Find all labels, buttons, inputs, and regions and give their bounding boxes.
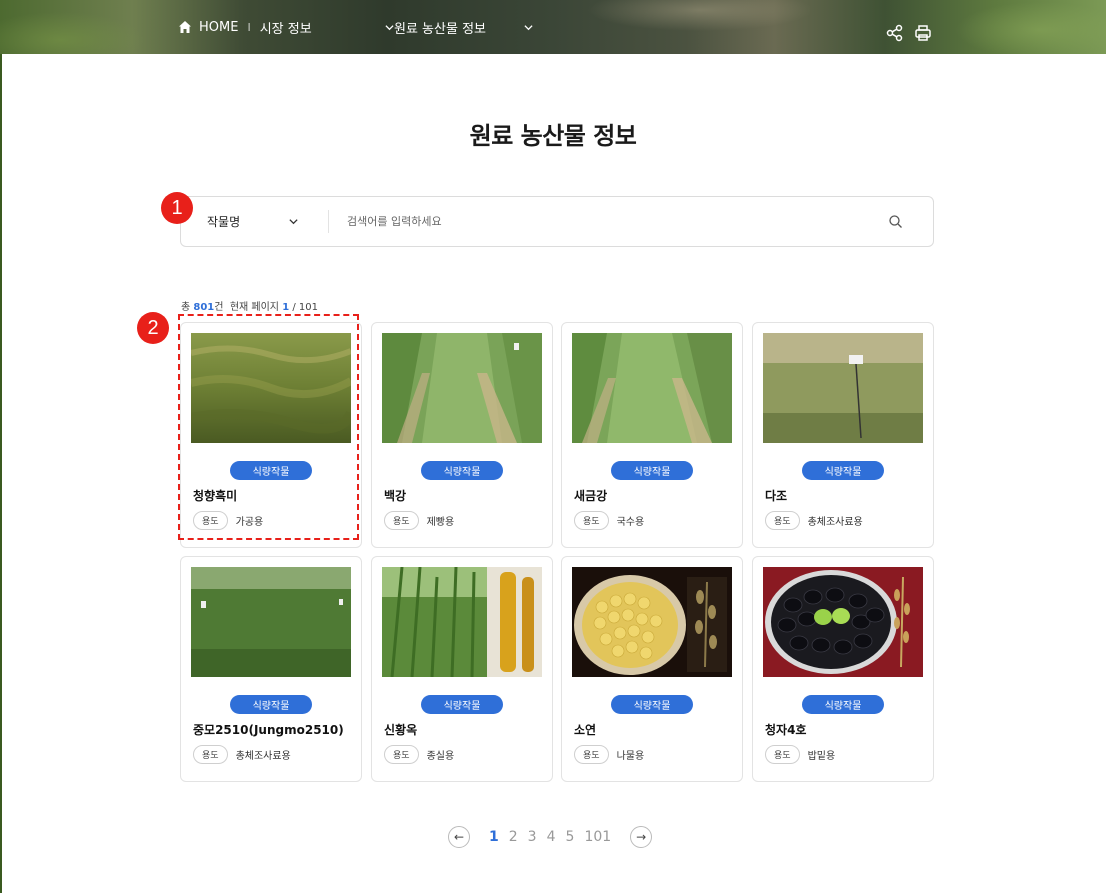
chevron-down-icon xyxy=(385,24,394,30)
count-unit: 건 xyxy=(214,302,224,313)
banner-background xyxy=(0,0,1106,54)
usage-tag: 용도 xyxy=(193,745,228,764)
usage-tag: 용도 xyxy=(765,511,800,530)
chevron-down-icon xyxy=(289,219,298,225)
usage-tag: 용도 xyxy=(193,511,228,530)
crop-card[interactable]: 식량작물 새금강 용도 국수용 xyxy=(561,322,743,548)
crop-name: 중모2510(Jungmo2510) xyxy=(193,723,344,737)
crop-name: 새금강 xyxy=(574,489,608,503)
crop-image xyxy=(763,333,923,443)
breadcrumb-separator: I xyxy=(247,20,251,34)
print-icon[interactable] xyxy=(914,24,932,42)
current-page: 1 xyxy=(282,302,290,313)
home-link[interactable]: HOME xyxy=(199,20,238,35)
usage-tag: 용도 xyxy=(574,511,609,530)
page-number[interactable]: 1 xyxy=(489,829,499,845)
search-category-select[interactable]: 작물명 xyxy=(181,197,329,246)
usage-value: 총체조사료용 xyxy=(235,751,291,762)
home-icon[interactable] xyxy=(178,20,192,34)
breadcrumb-nav: HOME I 시장 정보 xyxy=(178,0,312,54)
usage-tag: 용도 xyxy=(765,745,800,764)
callout-badge: 2 xyxy=(137,312,169,344)
usage-value: 나물용 xyxy=(616,751,645,762)
chevron-down-icon xyxy=(524,24,533,30)
crop-usage: 용도 밥밑용 xyxy=(765,745,835,764)
search-icon[interactable] xyxy=(888,214,903,229)
crop-card[interactable]: 식량작물 신황옥 용도 종실용 xyxy=(371,556,553,782)
search-category-value: 작물명 xyxy=(207,215,241,229)
search-input[interactable] xyxy=(347,209,867,234)
usage-value: 제빵용 xyxy=(426,517,455,528)
pagination: ← 1 2 3 4 5 101 → xyxy=(448,825,653,849)
category-badge: 식량작물 xyxy=(421,695,503,714)
crop-image xyxy=(572,333,732,443)
crop-usage: 용도 총체조사료용 xyxy=(765,511,863,530)
page-label: 현재 페이지 xyxy=(229,302,280,313)
usage-tag: 용도 xyxy=(384,745,419,764)
page-number[interactable]: 4 xyxy=(547,829,556,845)
result-count: 총 801건 현재 페이지 1 / 101 xyxy=(181,298,318,313)
crop-card[interactable]: 식량작물 백강 용도 제빵용 xyxy=(371,322,553,548)
crop-card[interactable]: 식량작물 다조 용도 총체조사료용 xyxy=(752,322,934,548)
market-info-link[interactable]: 시장 정보 xyxy=(260,18,312,37)
sub-menu-dropdown[interactable] xyxy=(524,0,533,54)
category-badge: 식량작물 xyxy=(802,461,884,480)
crop-image xyxy=(572,567,732,677)
crop-card[interactable]: 식량작물 중모2510(Jungmo2510) 용도 총체조사료용 xyxy=(180,556,362,782)
crop-usage: 용도 총체조사료용 xyxy=(193,745,291,764)
crop-usage: 용도 가공용 xyxy=(193,511,263,530)
total-pages: / 101 xyxy=(292,302,318,313)
category-badge: 식량작물 xyxy=(230,695,312,714)
page-number[interactable]: 101 xyxy=(584,829,611,845)
next-page-button[interactable]: → xyxy=(630,826,653,848)
usage-value: 총체조사료용 xyxy=(807,517,863,528)
crop-image xyxy=(191,567,351,677)
prev-page-button[interactable]: ← xyxy=(448,826,470,848)
search-bar: 작물명 xyxy=(180,196,934,247)
crop-name: 신황옥 xyxy=(384,723,418,737)
share-icon[interactable] xyxy=(886,24,904,42)
crop-card[interactable]: 식량작물 청자4호 용도 밥밑용 xyxy=(752,556,934,782)
category-badge: 식량작물 xyxy=(230,461,312,480)
crop-usage: 용도 국수용 xyxy=(574,511,644,530)
usage-value: 가공용 xyxy=(235,517,264,528)
crop-name: 백강 xyxy=(384,489,407,503)
crop-name: 다조 xyxy=(765,489,788,503)
page-title: 원료 농산물 정보 xyxy=(469,122,637,150)
crop-usage: 용도 나물용 xyxy=(574,745,644,764)
crop-name: 소연 xyxy=(574,723,597,737)
category-badge: 식량작물 xyxy=(802,695,884,714)
usage-value: 종실용 xyxy=(426,751,455,762)
usage-value: 국수용 xyxy=(616,517,645,528)
current-menu-dropdown[interactable]: 원료 농산물 정보 xyxy=(385,0,486,54)
crop-image xyxy=(763,567,923,677)
crop-usage: 용도 제빵용 xyxy=(384,511,454,530)
crop-name: 청향흑미 xyxy=(193,489,238,503)
usage-tag: 용도 xyxy=(574,745,609,764)
page-number[interactable]: 3 xyxy=(528,829,537,845)
top-banner: HOME I 시장 정보 원료 농산물 정보 xyxy=(0,0,1106,54)
count-prefix: 총 xyxy=(181,302,191,313)
category-badge: 식량작물 xyxy=(611,695,693,714)
crop-name: 청자4호 xyxy=(765,723,807,737)
crop-image xyxy=(382,333,542,443)
usage-value: 밥밑용 xyxy=(807,751,836,762)
crop-card[interactable]: 식량작물 소연 용도 나물용 xyxy=(561,556,743,782)
usage-tag: 용도 xyxy=(384,511,419,530)
category-badge: 식량작물 xyxy=(421,461,503,480)
search-divider xyxy=(328,210,329,233)
callout-badge: 1 xyxy=(161,192,193,224)
crop-image xyxy=(191,333,351,443)
page-number[interactable]: 2 xyxy=(509,829,518,845)
crop-image xyxy=(382,567,542,677)
crop-card[interactable]: 식량작물 청향흑미 용도 가공용 xyxy=(180,322,362,548)
current-menu-label: 원료 농산물 정보 xyxy=(394,21,486,37)
crop-usage: 용도 종실용 xyxy=(384,745,454,764)
count-total: 801 xyxy=(193,302,215,313)
category-badge: 식량작물 xyxy=(611,461,693,480)
page-number[interactable]: 5 xyxy=(566,829,575,845)
